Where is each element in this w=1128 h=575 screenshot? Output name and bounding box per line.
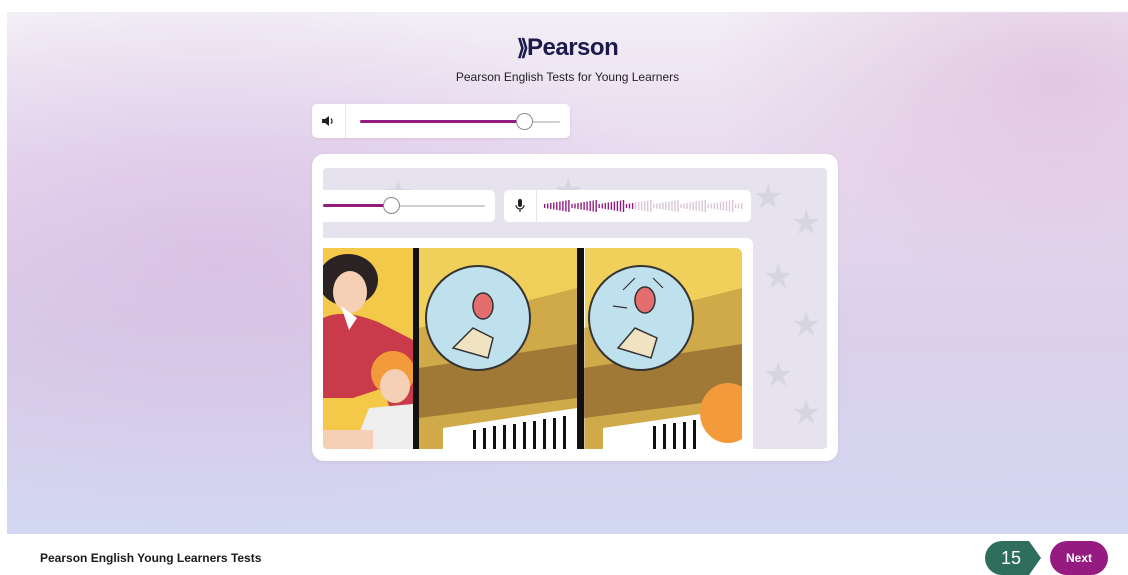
- preview-card: ★ ★ ★ ★ ★ ★ ★ ★: [312, 154, 838, 461]
- piano-lesson-illustration: [323, 248, 742, 449]
- step-number: 15: [1001, 548, 1022, 568]
- next-button[interactable]: Next: [1050, 541, 1108, 575]
- volume-slider[interactable]: [360, 113, 560, 130]
- main-stage: ⟫Pearson Pearson English Tests for Young…: [7, 12, 1128, 534]
- page-subtitle: Pearson English Tests for Young Learners: [455, 70, 680, 84]
- preview-screen: ★ ★ ★ ★ ★ ★ ★ ★: [323, 168, 827, 449]
- preview-volume-control: [323, 190, 495, 222]
- preview-volume-slider[interactable]: [323, 197, 485, 214]
- volume-slider-fill: [360, 120, 524, 123]
- logo-text: Pearson: [527, 34, 619, 61]
- instruction-image-frame: [323, 238, 753, 449]
- microphone-icon: [504, 190, 537, 222]
- volume-slider-thumb[interactable]: [516, 113, 533, 130]
- speaker-icon[interactable]: [312, 104, 346, 138]
- volume-control: [312, 104, 570, 138]
- footer-title: Pearson English Young Learners Tests: [40, 551, 262, 565]
- microphone-level-waveform: [544, 200, 743, 212]
- preview-volume-fill: [323, 204, 391, 207]
- preview-volume-thumb[interactable]: [383, 197, 400, 214]
- logo-mark: ⟫: [516, 35, 529, 60]
- pearson-logo: ⟫Pearson: [7, 34, 1128, 62]
- microphone-level-control: [504, 190, 751, 222]
